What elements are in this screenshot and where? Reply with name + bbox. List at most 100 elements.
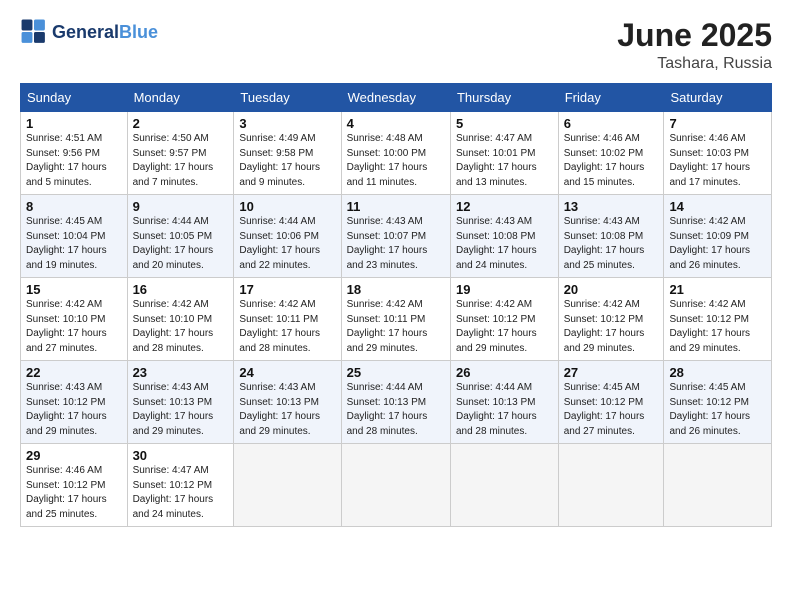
- col-header-wednesday: Wednesday: [341, 84, 450, 112]
- day-info: Sunrise: 4:43 AM Sunset: 10:13 PM Daylig…: [133, 381, 229, 439]
- calendar-cell: [450, 444, 558, 527]
- logo-icon: [20, 18, 48, 46]
- day-number: 17: [239, 282, 335, 297]
- day-number: 16: [133, 282, 229, 297]
- calendar-cell: 30Sunrise: 4:47 AM Sunset: 10:12 PM Dayl…: [127, 444, 234, 527]
- day-number: 26: [456, 365, 553, 380]
- calendar-cell: 10Sunrise: 4:44 AM Sunset: 10:06 PM Dayl…: [234, 195, 341, 278]
- logo-text: GeneralBlue: [52, 23, 158, 41]
- day-info: Sunrise: 4:45 AM Sunset: 10:12 PM Daylig…: [669, 381, 766, 439]
- calendar-cell: 13Sunrise: 4:43 AM Sunset: 10:08 PM Dayl…: [558, 195, 664, 278]
- col-header-sunday: Sunday: [21, 84, 128, 112]
- day-info: Sunrise: 4:46 AM Sunset: 10:03 PM Daylig…: [669, 132, 766, 190]
- day-number: 22: [26, 365, 122, 380]
- day-info: Sunrise: 4:47 AM Sunset: 10:12 PM Daylig…: [133, 464, 229, 522]
- day-info: Sunrise: 4:43 AM Sunset: 10:08 PM Daylig…: [456, 215, 553, 273]
- day-number: 14: [669, 199, 766, 214]
- day-number: 2: [133, 116, 229, 131]
- calendar-cell: 6Sunrise: 4:46 AM Sunset: 10:02 PM Dayli…: [558, 112, 664, 195]
- calendar-cell: 28Sunrise: 4:45 AM Sunset: 10:12 PM Dayl…: [664, 361, 772, 444]
- day-number: 10: [239, 199, 335, 214]
- col-header-tuesday: Tuesday: [234, 84, 341, 112]
- calendar-cell: 9Sunrise: 4:44 AM Sunset: 10:05 PM Dayli…: [127, 195, 234, 278]
- calendar-cell: 3Sunrise: 4:49 AM Sunset: 9:58 PM Daylig…: [234, 112, 341, 195]
- day-number: 19: [456, 282, 553, 297]
- day-number: 29: [26, 448, 122, 463]
- day-info: Sunrise: 4:42 AM Sunset: 10:12 PM Daylig…: [564, 298, 659, 356]
- day-info: Sunrise: 4:42 AM Sunset: 10:10 PM Daylig…: [133, 298, 229, 356]
- day-info: Sunrise: 4:43 AM Sunset: 10:07 PM Daylig…: [347, 215, 445, 273]
- calendar-cell: 16Sunrise: 4:42 AM Sunset: 10:10 PM Dayl…: [127, 278, 234, 361]
- col-header-thursday: Thursday: [450, 84, 558, 112]
- month-title: June 2025: [617, 18, 772, 53]
- day-number: 12: [456, 199, 553, 214]
- day-info: Sunrise: 4:43 AM Sunset: 10:13 PM Daylig…: [239, 381, 335, 439]
- title-block: June 2025 Tashara, Russia: [617, 18, 772, 73]
- calendar-cell: [664, 444, 772, 527]
- day-number: 20: [564, 282, 659, 297]
- col-header-monday: Monday: [127, 84, 234, 112]
- day-info: Sunrise: 4:42 AM Sunset: 10:10 PM Daylig…: [26, 298, 122, 356]
- day-info: Sunrise: 4:44 AM Sunset: 10:06 PM Daylig…: [239, 215, 335, 273]
- day-number: 23: [133, 365, 229, 380]
- day-info: Sunrise: 4:42 AM Sunset: 10:12 PM Daylig…: [669, 298, 766, 356]
- calendar-cell: 18Sunrise: 4:42 AM Sunset: 10:11 PM Dayl…: [341, 278, 450, 361]
- day-info: Sunrise: 4:45 AM Sunset: 10:04 PM Daylig…: [26, 215, 122, 273]
- day-info: Sunrise: 4:46 AM Sunset: 10:12 PM Daylig…: [26, 464, 122, 522]
- day-info: Sunrise: 4:44 AM Sunset: 10:13 PM Daylig…: [347, 381, 445, 439]
- day-info: Sunrise: 4:42 AM Sunset: 10:09 PM Daylig…: [669, 215, 766, 273]
- day-number: 18: [347, 282, 445, 297]
- day-number: 4: [347, 116, 445, 131]
- calendar-cell: 17Sunrise: 4:42 AM Sunset: 10:11 PM Dayl…: [234, 278, 341, 361]
- day-number: 21: [669, 282, 766, 297]
- day-info: Sunrise: 4:51 AM Sunset: 9:56 PM Dayligh…: [26, 132, 122, 190]
- day-number: 6: [564, 116, 659, 131]
- day-number: 13: [564, 199, 659, 214]
- calendar-cell: [558, 444, 664, 527]
- day-info: Sunrise: 4:43 AM Sunset: 10:12 PM Daylig…: [26, 381, 122, 439]
- day-info: Sunrise: 4:46 AM Sunset: 10:02 PM Daylig…: [564, 132, 659, 190]
- calendar-cell: 14Sunrise: 4:42 AM Sunset: 10:09 PM Dayl…: [664, 195, 772, 278]
- calendar-cell: 15Sunrise: 4:42 AM Sunset: 10:10 PM Dayl…: [21, 278, 128, 361]
- day-number: 28: [669, 365, 766, 380]
- day-number: 27: [564, 365, 659, 380]
- calendar-cell: 2Sunrise: 4:50 AM Sunset: 9:57 PM Daylig…: [127, 112, 234, 195]
- day-info: Sunrise: 4:49 AM Sunset: 9:58 PM Dayligh…: [239, 132, 335, 190]
- col-header-friday: Friday: [558, 84, 664, 112]
- calendar-cell: 20Sunrise: 4:42 AM Sunset: 10:12 PM Dayl…: [558, 278, 664, 361]
- location-subtitle: Tashara, Russia: [617, 55, 772, 73]
- calendar-cell: 29Sunrise: 4:46 AM Sunset: 10:12 PM Dayl…: [21, 444, 128, 527]
- day-info: Sunrise: 4:44 AM Sunset: 10:05 PM Daylig…: [133, 215, 229, 273]
- day-number: 8: [26, 199, 122, 214]
- day-number: 5: [456, 116, 553, 131]
- calendar-cell: 22Sunrise: 4:43 AM Sunset: 10:12 PM Dayl…: [21, 361, 128, 444]
- calendar-cell: 5Sunrise: 4:47 AM Sunset: 10:01 PM Dayli…: [450, 112, 558, 195]
- calendar-cell: 4Sunrise: 4:48 AM Sunset: 10:00 PM Dayli…: [341, 112, 450, 195]
- day-info: Sunrise: 4:47 AM Sunset: 10:01 PM Daylig…: [456, 132, 553, 190]
- calendar-cell: 11Sunrise: 4:43 AM Sunset: 10:07 PM Dayl…: [341, 195, 450, 278]
- day-number: 3: [239, 116, 335, 131]
- day-info: Sunrise: 4:42 AM Sunset: 10:11 PM Daylig…: [239, 298, 335, 356]
- day-info: Sunrise: 4:43 AM Sunset: 10:08 PM Daylig…: [564, 215, 659, 273]
- logo: GeneralBlue: [20, 18, 158, 46]
- calendar-cell: 19Sunrise: 4:42 AM Sunset: 10:12 PM Dayl…: [450, 278, 558, 361]
- day-number: 30: [133, 448, 229, 463]
- day-info: Sunrise: 4:48 AM Sunset: 10:00 PM Daylig…: [347, 132, 445, 190]
- page-header: GeneralBlue June 2025 Tashara, Russia: [20, 18, 772, 73]
- day-number: 15: [26, 282, 122, 297]
- day-info: Sunrise: 4:42 AM Sunset: 10:12 PM Daylig…: [456, 298, 553, 356]
- calendar-table: SundayMondayTuesdayWednesdayThursdayFrid…: [20, 83, 772, 527]
- calendar-cell: 7Sunrise: 4:46 AM Sunset: 10:03 PM Dayli…: [664, 112, 772, 195]
- calendar-cell: 21Sunrise: 4:42 AM Sunset: 10:12 PM Dayl…: [664, 278, 772, 361]
- calendar-cell: [234, 444, 341, 527]
- calendar-cell: 23Sunrise: 4:43 AM Sunset: 10:13 PM Dayl…: [127, 361, 234, 444]
- calendar-cell: 1Sunrise: 4:51 AM Sunset: 9:56 PM Daylig…: [21, 112, 128, 195]
- calendar-cell: [341, 444, 450, 527]
- day-info: Sunrise: 4:42 AM Sunset: 10:11 PM Daylig…: [347, 298, 445, 356]
- col-header-saturday: Saturday: [664, 84, 772, 112]
- calendar-cell: 26Sunrise: 4:44 AM Sunset: 10:13 PM Dayl…: [450, 361, 558, 444]
- day-number: 11: [347, 199, 445, 214]
- day-number: 24: [239, 365, 335, 380]
- day-number: 25: [347, 365, 445, 380]
- calendar-cell: 8Sunrise: 4:45 AM Sunset: 10:04 PM Dayli…: [21, 195, 128, 278]
